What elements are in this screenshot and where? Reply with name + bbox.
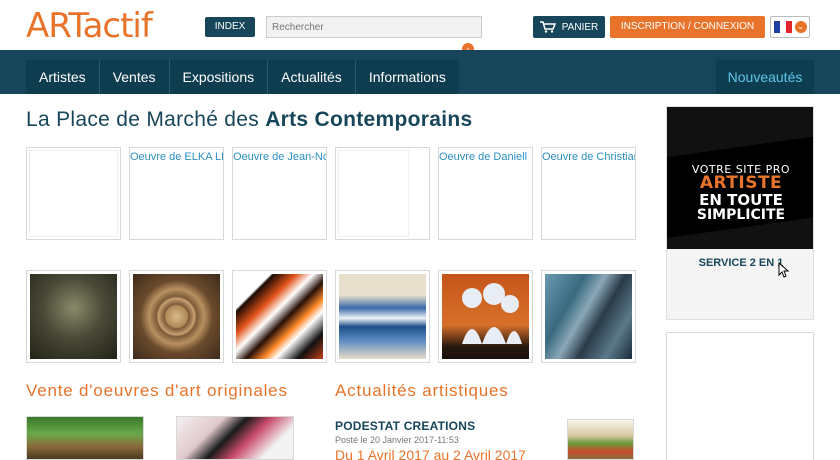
- nav-item-ventes[interactable]: Ventes: [100, 60, 170, 94]
- artwork-row-1: Oeuvre de ELKA LEO Oeuvre de Jean-Noël O…: [26, 147, 636, 240]
- ad-line-2: ARTISTE: [699, 173, 783, 193]
- artwork-image: [133, 274, 220, 359]
- nav-item-artistes[interactable]: Artistes: [26, 60, 100, 94]
- artwork-thumb[interactable]: [232, 270, 327, 363]
- nav-item-informations[interactable]: Informations: [356, 60, 459, 94]
- artwork-thumb[interactable]: [438, 270, 533, 363]
- mouse-cursor-icon: [778, 262, 790, 278]
- artwork-image: [30, 274, 117, 359]
- artwork-caption: Oeuvre de Christian: [542, 151, 635, 163]
- artwork-image: [236, 274, 323, 359]
- main-nav: Artistes Ventes Expositions Actualités I…: [26, 60, 459, 94]
- nav-item-actualites[interactable]: Actualités: [268, 60, 356, 94]
- artwork-image: [339, 274, 426, 359]
- artwork-caption: Oeuvre de ELKA LEO: [130, 151, 223, 163]
- thumb-frame: [338, 150, 409, 237]
- artwork-thumb[interactable]: [129, 270, 224, 363]
- artwork-thumb[interactable]: Oeuvre de Jean-Noël: [232, 147, 327, 240]
- artwork-thumb[interactable]: [335, 147, 430, 240]
- thumb-frame: [29, 150, 118, 237]
- login-button[interactable]: INSCRIPTION / CONNEXION: [610, 16, 765, 38]
- cart-icon: [539, 21, 556, 33]
- artwork-thumb[interactable]: Oeuvre de Christian: [541, 147, 636, 240]
- nav-item-expositions[interactable]: Expositions: [170, 60, 269, 94]
- sale-artwork-thumb[interactable]: [176, 416, 294, 460]
- nav-item-nouveautes[interactable]: Nouveautés: [716, 60, 814, 94]
- title-prefix: La Place de Marché des: [26, 108, 266, 131]
- logo-art: ART: [26, 6, 84, 46]
- news-image[interactable]: [567, 419, 634, 460]
- artwork-thumb[interactable]: [541, 270, 636, 363]
- artwork-thumb[interactable]: [26, 147, 121, 240]
- cart-label: PANIER: [561, 21, 599, 33]
- news-date: Posté le 20 Janvier 2017-11:53: [335, 435, 459, 445]
- artwork-thumb[interactable]: [335, 270, 430, 363]
- artwork-image: [545, 274, 632, 359]
- sale-artwork-thumb[interactable]: [26, 416, 144, 460]
- search-input[interactable]: [266, 16, 482, 38]
- news-title[interactable]: PODESTAT CREATIONS: [335, 419, 475, 433]
- section-title-sales: Vente d'oeuvres d'art originales: [26, 381, 288, 400]
- artwork-caption: Oeuvre de Daniell: [439, 151, 528, 163]
- ad-line-4: SIMPLICITE: [696, 207, 786, 223]
- page-title: La Place de Marché des Arts Contemporain…: [26, 108, 472, 132]
- artwork-thumb[interactable]: Oeuvre de ELKA LEO: [129, 147, 224, 240]
- index-button[interactable]: INDEX: [205, 17, 255, 37]
- news-event-dates: Du 1 Avril 2017 au 2 Avril 2017: [335, 447, 526, 460]
- artwork-thumb[interactable]: Oeuvre de Daniell: [438, 147, 533, 240]
- artwork-thumb[interactable]: [26, 270, 121, 363]
- language-selector[interactable]: ⌄: [770, 16, 810, 38]
- section-title-news: Actualités artistiques: [335, 381, 509, 400]
- france-flag-icon: [773, 21, 792, 33]
- artwork-caption: Oeuvre de Jean-Noël: [233, 151, 326, 163]
- sidebar-box: [666, 332, 814, 460]
- cart-button[interactable]: PANIER: [533, 16, 605, 38]
- title-bold: Arts Contemporains: [265, 108, 473, 131]
- chevron-down-icon: ⌄: [794, 21, 807, 33]
- ad-service-text: SERVICE 2 EN 1: [698, 257, 784, 269]
- site-header: ARTactif INDEX › PANIER INSCRIPTION / CO…: [0, 0, 840, 55]
- logo-actif: actif: [82, 6, 153, 46]
- ad-banner[interactable]: VOTRE SITE PRO ARTISTE EN TOUTE SIMPLICI…: [666, 106, 814, 320]
- artwork-row-2: [26, 270, 636, 363]
- site-logo[interactable]: ARTactif: [26, 4, 153, 48]
- artwork-image: [442, 274, 529, 359]
